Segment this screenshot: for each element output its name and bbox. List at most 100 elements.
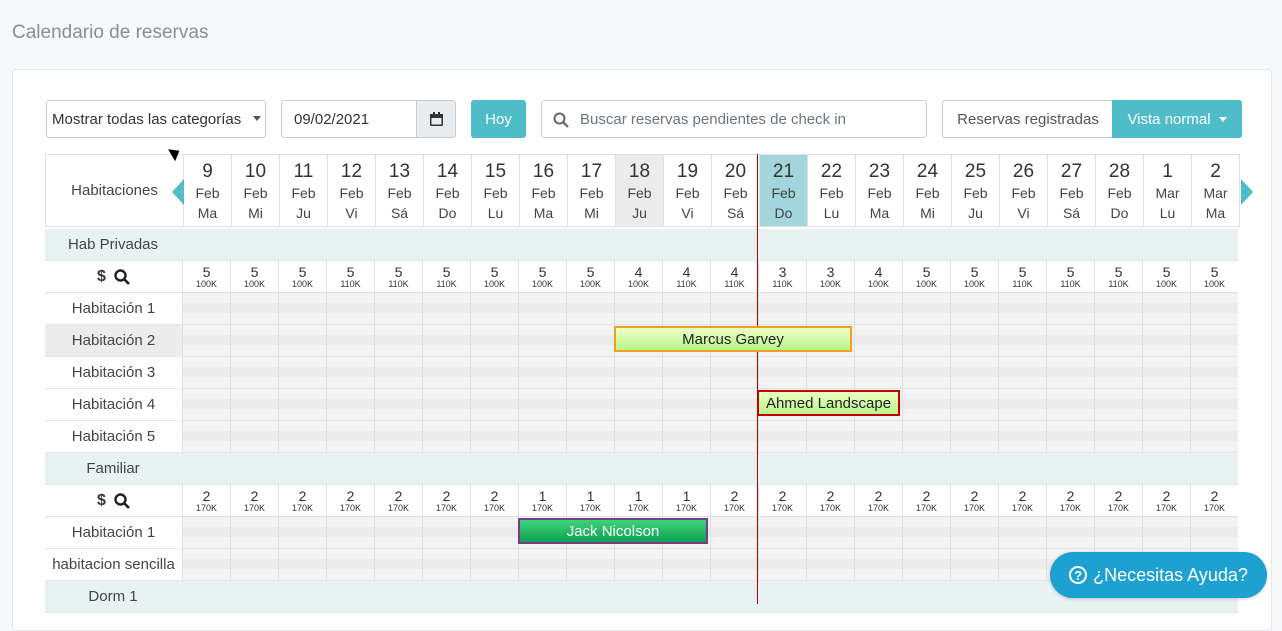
rate-value: 170K <box>723 503 746 513</box>
search-pending-checkin-input[interactable]: Buscar reservas pendientes de check in <box>541 100 927 138</box>
help-button[interactable]: ? ¿Necesitas Ayuda? <box>1050 552 1267 598</box>
availability-cell[interactable]: 1 170K <box>662 485 710 517</box>
availability-cell[interactable]: 2 170K <box>470 485 518 517</box>
prev-dates-arrow-icon[interactable] <box>172 179 184 205</box>
availability-cell[interactable]: 5 100K <box>230 261 278 293</box>
day-header: 13 Feb Sá <box>376 154 424 227</box>
room-grid-row[interactable] <box>182 389 1238 421</box>
rate-value: 110K <box>724 279 745 289</box>
day-header: 9 Feb Ma <box>184 154 232 227</box>
availability-cell[interactable]: 5 110K <box>374 261 422 293</box>
room-grid-row[interactable] <box>182 293 1238 325</box>
category-select[interactable]: Mostrar todas las categorías <box>46 100 266 138</box>
today-button[interactable]: Hoy <box>471 100 526 138</box>
availability-cell[interactable]: 2 170K <box>278 485 326 517</box>
availability-cell[interactable]: 4 110K <box>710 261 758 293</box>
availability-cell[interactable]: 2 170K <box>710 485 758 517</box>
availability-cell[interactable]: 4 100K <box>614 261 662 293</box>
registered-bookings-button[interactable]: Reservas registradas <box>942 100 1113 138</box>
availability-cell[interactable]: 2 170K <box>1094 485 1142 517</box>
booking-marcus-garvey[interactable]: Marcus Garvey <box>614 326 852 352</box>
day-month: Feb <box>387 185 412 201</box>
next-dates-arrow-icon[interactable] <box>1241 179 1253 205</box>
availability-cell[interactable]: 1 170K <box>614 485 662 517</box>
rate-value: 100K <box>627 279 650 289</box>
day-weekday: Do <box>438 205 457 221</box>
availability-cell[interactable]: 4 100K <box>854 261 902 293</box>
available-count: 5 <box>1066 264 1075 280</box>
rate-value: 110K <box>340 279 361 289</box>
day-number: 19 <box>676 161 699 182</box>
dollar-icon[interactable]: $ <box>97 492 106 510</box>
availability-cell[interactable]: 2 170K <box>902 485 950 517</box>
availability-cell[interactable]: 2 170K <box>230 485 278 517</box>
search-icon <box>553 112 569 128</box>
availability-cell[interactable]: 2 170K <box>326 485 374 517</box>
availability-cell[interactable]: 2 170K <box>758 485 806 517</box>
availability-cell[interactable]: 2 170K <box>182 485 230 517</box>
availability-cell[interactable]: 3 100K <box>806 261 854 293</box>
availability-cell[interactable]: 2 170K <box>1190 485 1238 517</box>
day-weekday: Ju <box>296 205 311 221</box>
availability-cell[interactable]: 2 170K <box>422 485 470 517</box>
day-weekday: Sá <box>390 205 409 221</box>
availability-cell[interactable]: 4 110K <box>662 261 710 293</box>
availability-cell[interactable]: 5 100K <box>950 261 998 293</box>
available-count: 4 <box>682 264 691 280</box>
availability-cell[interactable]: 1 170K <box>566 485 614 517</box>
availability-cell[interactable]: 5 110K <box>326 261 374 293</box>
calendar-button[interactable] <box>416 100 456 138</box>
availability-cell[interactable]: 2 170K <box>998 485 1046 517</box>
availability-cell[interactable]: 2 170K <box>806 485 854 517</box>
availability-cell[interactable]: 5 100K <box>566 261 614 293</box>
day-month: Feb <box>243 185 268 201</box>
booking-ahmed-landscape[interactable]: Ahmed Landscape <box>757 390 900 416</box>
availability-cell[interactable]: 2 170K <box>854 485 902 517</box>
booking-jack-nicolson[interactable]: Jack Nicolson <box>518 518 708 544</box>
day-weekday: Do <box>1110 205 1129 221</box>
search-icon[interactable] <box>114 268 130 285</box>
available-count: 5 <box>346 264 355 280</box>
availability-cell[interactable]: 5 110K <box>1094 261 1142 293</box>
availability-cell[interactable]: 5 100K <box>182 261 230 293</box>
question-circle-icon: ? <box>1069 566 1088 584</box>
search-icon[interactable] <box>114 492 130 509</box>
availability-cell[interactable]: 2 170K <box>1046 485 1094 517</box>
availability-cell[interactable]: 5 100K <box>518 261 566 293</box>
available-count: 2 <box>1114 488 1123 504</box>
view-mode-dropdown[interactable]: Vista normal <box>1112 100 1242 138</box>
rate-value: 100K <box>915 279 938 289</box>
availability-cell[interactable]: 5 100K <box>278 261 326 293</box>
room-grid-row[interactable] <box>182 357 1238 389</box>
dollar-icon[interactable]: $ <box>97 268 106 286</box>
day-number: 15 <box>484 161 507 182</box>
day-number: 10 <box>244 161 267 182</box>
rate-value: 170K <box>387 503 410 513</box>
availability-cell[interactable]: 2 170K <box>950 485 998 517</box>
availability-cell[interactable]: 2 170K <box>1142 485 1190 517</box>
availability-cell[interactable]: 5 110K <box>422 261 470 293</box>
rate-value: 170K <box>1011 503 1034 513</box>
room-grid-row[interactable] <box>182 421 1238 453</box>
availability-cell[interactable]: 5 110K <box>1046 261 1094 293</box>
day-header: 19 Feb Vi <box>664 154 712 227</box>
date-input[interactable]: 09/02/2021 <box>281 100 417 138</box>
room-grid-row[interactable] <box>182 517 1238 549</box>
day-header: 14 Feb Do <box>424 154 472 227</box>
available-count: 2 <box>1210 488 1219 504</box>
availability-cell[interactable]: 3 110K <box>758 261 806 293</box>
availability-cell[interactable]: 5 100K <box>470 261 518 293</box>
availability-cell[interactable]: 5 100K <box>1142 261 1190 293</box>
day-month: Feb <box>819 185 844 201</box>
availability-cell[interactable]: 5 100K <box>902 261 950 293</box>
day-weekday: Do <box>774 205 793 221</box>
category-name: Familiar <box>86 460 140 477</box>
availability-cell[interactable]: 2 170K <box>374 485 422 517</box>
availability-cell[interactable]: 5 110K <box>998 261 1046 293</box>
available-count: 2 <box>490 488 499 504</box>
available-count: 2 <box>202 488 211 504</box>
rate-value: 100K <box>867 279 890 289</box>
availability-cell[interactable]: 1 170K <box>518 485 566 517</box>
availability-cell[interactable]: 5 100K <box>1190 261 1238 293</box>
day-weekday: Ju <box>632 205 647 221</box>
